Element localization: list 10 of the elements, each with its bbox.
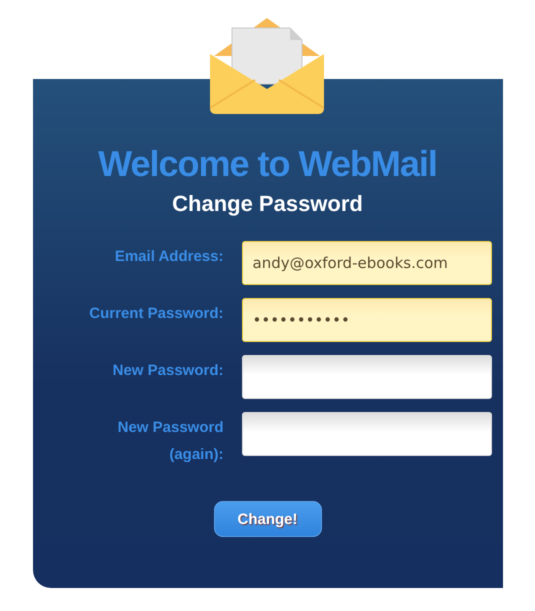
input-field[interactable]: andy@oxford-ebooks.com [242, 241, 492, 285]
input-field[interactable] [242, 412, 492, 456]
field-label: Current Password: [89, 304, 224, 324]
form-heading: Change Password [172, 191, 363, 217]
welcome-title: Welcome to WebMail [98, 145, 437, 183]
field-label: Email Address: [114, 247, 224, 267]
field-label: New Password (again): [116, 418, 224, 465]
input-field[interactable] [242, 355, 492, 399]
input-field[interactable]: ••••••••••• [242, 298, 492, 342]
field-label: New Password: [112, 361, 224, 381]
